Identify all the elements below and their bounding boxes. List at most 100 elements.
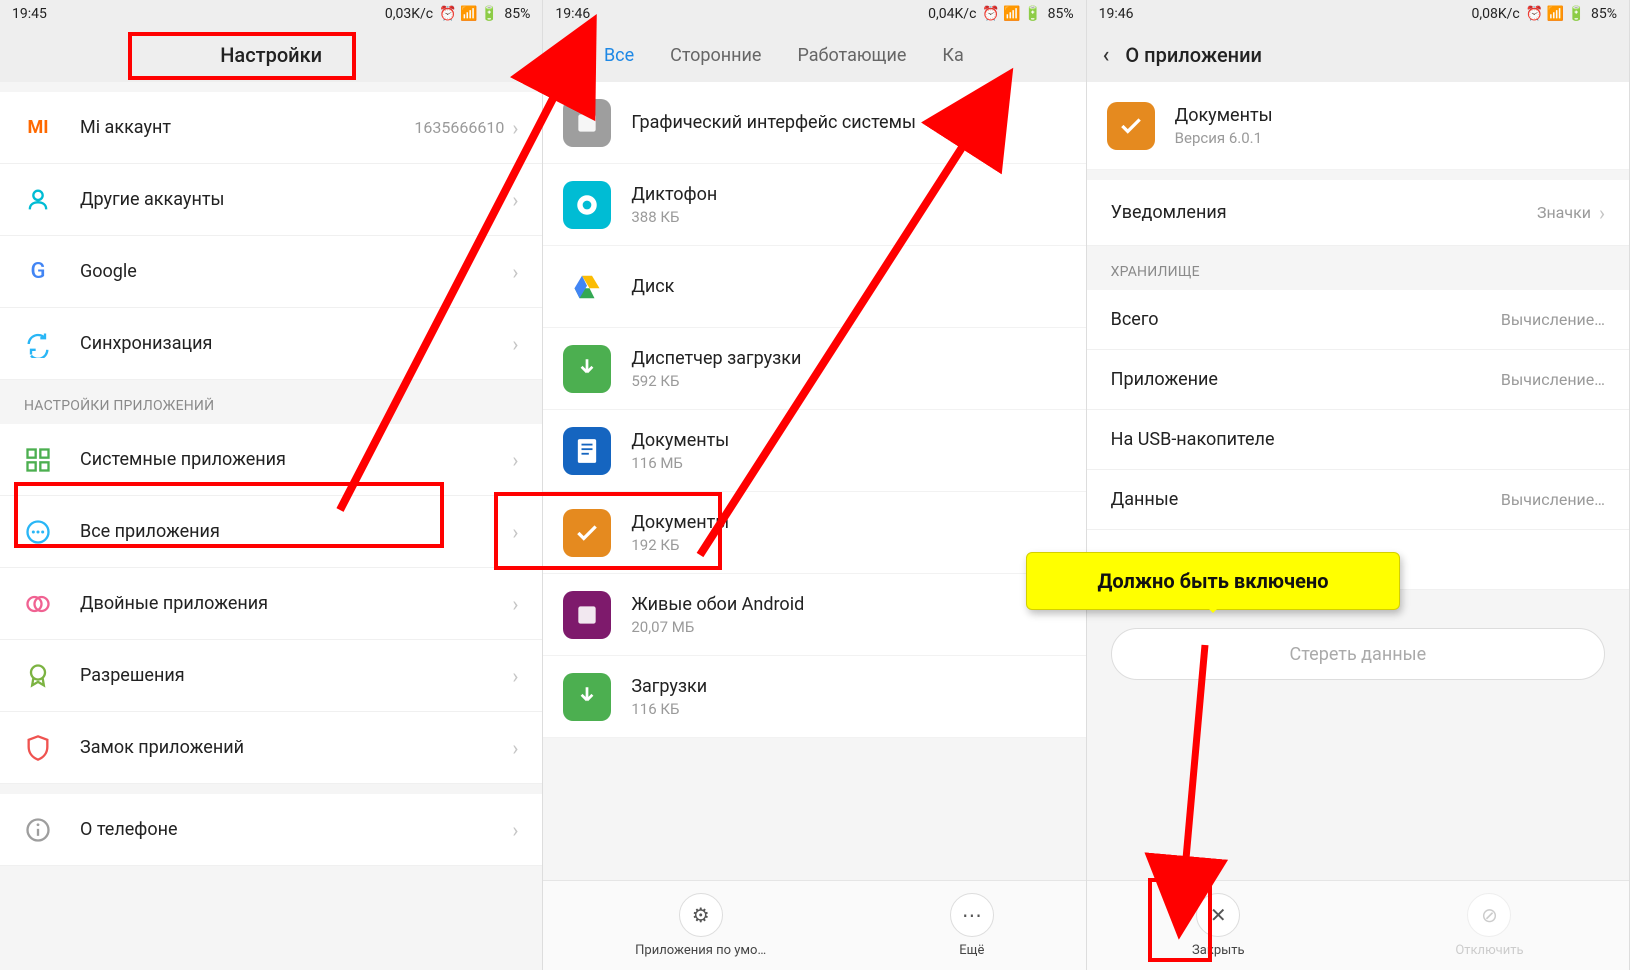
app-header: Документы Версия 6.0.1 bbox=[1087, 82, 1629, 170]
row-all-apps[interactable]: Все приложения › bbox=[0, 496, 542, 568]
chevron-right-icon: › bbox=[512, 664, 518, 688]
tab-third-party[interactable]: Сторонние bbox=[664, 45, 767, 66]
dual-icon bbox=[24, 590, 52, 618]
chevron-right-icon: › bbox=[512, 736, 518, 760]
row-value: Вычисление… bbox=[1501, 310, 1605, 329]
page-title: Настройки bbox=[0, 28, 542, 82]
app-name: Документы bbox=[1175, 105, 1273, 126]
row-value: 1635666610 bbox=[414, 118, 504, 137]
status-battery: 85% bbox=[504, 6, 530, 22]
app-size: 592 КБ bbox=[631, 372, 801, 390]
app-row[interactable]: Загрузки116 КБ bbox=[543, 656, 1085, 738]
row-google[interactable]: G Google › bbox=[0, 236, 542, 308]
row-label: Mi аккаунт bbox=[80, 117, 414, 138]
tab-cut[interactable]: Ка bbox=[936, 45, 969, 66]
disable-button[interactable]: ⊘ Отключить bbox=[1455, 893, 1523, 958]
more-button[interactable]: ⋯ Ещё bbox=[950, 893, 994, 958]
button-label: Приложения по умо… bbox=[635, 943, 766, 958]
row-notifications[interactable]: Уведомления Значки › bbox=[1087, 180, 1629, 246]
close-button[interactable]: ✕ Закрыть bbox=[1192, 893, 1245, 958]
defaults-button[interactable]: ⚙ Приложения по умо… bbox=[635, 893, 766, 958]
title-label: Настройки bbox=[220, 43, 322, 67]
app-row[interactable]: Документы192 КБ bbox=[543, 492, 1085, 574]
row-label: Системные приложения bbox=[80, 449, 512, 470]
sync-icon bbox=[24, 330, 52, 358]
gear-icon: ⚙ bbox=[679, 893, 723, 937]
app-name: Живые обои Android bbox=[631, 594, 804, 615]
app-icon bbox=[563, 509, 611, 557]
app-row[interactable]: Диспетчер загрузки 592 КБ bbox=[543, 328, 1085, 410]
app-name: Документы bbox=[631, 430, 729, 451]
status-net: 0,04K/c bbox=[928, 6, 976, 22]
row-label: Данные bbox=[1111, 489, 1501, 510]
section-header-apps: НАСТРОЙКИ ПРИЛОЖЕНИЙ bbox=[0, 380, 542, 424]
chevron-right-icon: › bbox=[512, 188, 518, 212]
app-row[interactable]: Диктофон388 КБ bbox=[543, 164, 1085, 246]
chevron-right-icon: › bbox=[512, 520, 518, 544]
disable-icon: ⊘ bbox=[1467, 893, 1511, 937]
callout-text: Должно быть включено bbox=[1097, 569, 1328, 593]
more-icon: ⋯ bbox=[950, 893, 994, 937]
row-storage-usb: На USB-накопителе bbox=[1087, 410, 1629, 470]
row-label: Все приложения bbox=[80, 521, 512, 542]
app-icon bbox=[563, 345, 611, 393]
panel-settings: 19:45 0,03K/c ⏰ 📶 🔋 85% Настройки MI Mi … bbox=[0, 0, 543, 970]
app-icon bbox=[563, 99, 611, 147]
tab-running[interactable]: Работающие bbox=[791, 45, 912, 66]
shield-icon bbox=[24, 734, 52, 762]
app-size: 116 МБ bbox=[631, 454, 729, 472]
app-row[interactable]: Живые обои Android 20,07 МБ bbox=[543, 574, 1085, 656]
app-name: Графический интерфейс системы bbox=[631, 112, 916, 133]
app-size: 20,07 МБ bbox=[631, 618, 804, 636]
app-icon bbox=[563, 263, 611, 311]
app-row[interactable]: Графический интерфейс системы bbox=[543, 82, 1085, 164]
row-about-phone[interactable]: О телефоне › bbox=[0, 794, 542, 866]
button-label: Отключить bbox=[1455, 943, 1523, 958]
tab-all[interactable]: Все bbox=[598, 45, 640, 66]
row-app-lock[interactable]: Замок приложений › bbox=[0, 712, 542, 784]
panel-app-info: 19:46 0,08K/c ⏰ 📶 🔋 85% ‹ О приложении Д… bbox=[1087, 0, 1630, 970]
button-label: Ещё bbox=[959, 943, 984, 958]
app-icon bbox=[563, 181, 611, 229]
back-button[interactable]: ‹ bbox=[551, 43, 574, 68]
app-icon bbox=[563, 591, 611, 639]
row-other-accounts[interactable]: Другие аккаунты › bbox=[0, 164, 542, 236]
row-system-apps[interactable]: Системные приложения › bbox=[0, 424, 542, 496]
row-label: Синхронизация bbox=[80, 333, 512, 354]
app-name: Диспетчер загрузки bbox=[631, 348, 801, 369]
status-bar: 19:45 0,03K/c ⏰ 📶 🔋 85% bbox=[0, 0, 542, 28]
row-label: Приложение bbox=[1111, 369, 1501, 390]
button-label: Закрыть bbox=[1192, 943, 1245, 958]
chevron-right-icon: › bbox=[512, 818, 518, 842]
back-button[interactable]: ‹ bbox=[1103, 43, 1110, 68]
status-net: 0,08K/c bbox=[1471, 6, 1519, 22]
grid-icon bbox=[24, 446, 52, 474]
row-storage-app: Приложение Вычисление… bbox=[1087, 350, 1629, 410]
chevron-right-icon: › bbox=[512, 332, 518, 356]
app-size: 388 КБ bbox=[631, 208, 717, 226]
status-icons: ⏰ 📶 🔋 bbox=[439, 6, 498, 22]
row-label: Всего bbox=[1111, 309, 1501, 330]
clear-data-button[interactable]: Стереть данные bbox=[1111, 628, 1605, 680]
button-label: Стереть данные bbox=[1290, 644, 1427, 665]
app-size: 192 КБ bbox=[631, 536, 729, 554]
row-label: Google bbox=[80, 261, 512, 282]
status-bar: 19:46 0,04K/c ⏰ 📶 🔋 85% bbox=[543, 0, 1085, 28]
apps-icon bbox=[24, 518, 52, 546]
row-sync[interactable]: Синхронизация › bbox=[0, 308, 542, 380]
mi-icon: MI bbox=[24, 114, 52, 142]
chevron-right-icon: › bbox=[512, 448, 518, 472]
status-battery: 85% bbox=[1048, 6, 1074, 22]
close-icon: ✕ bbox=[1196, 893, 1240, 937]
row-mi-account[interactable]: MI Mi аккаунт 1635666610 › bbox=[0, 92, 542, 164]
app-row[interactable]: Документы 116 МБ bbox=[543, 410, 1085, 492]
panel-app-list: 19:46 0,04K/c ⏰ 📶 🔋 85% ‹ Все Сторонние … bbox=[543, 0, 1086, 970]
app-icon bbox=[563, 673, 611, 721]
row-permissions[interactable]: Разрешения › bbox=[0, 640, 542, 712]
status-time: 19:46 bbox=[555, 6, 590, 22]
app-row[interactable]: Диск bbox=[543, 246, 1085, 328]
row-value: Вычисление… bbox=[1501, 490, 1605, 509]
person-icon bbox=[24, 186, 52, 214]
status-time: 19:46 bbox=[1099, 6, 1134, 22]
row-dual-apps[interactable]: Двойные приложения › bbox=[0, 568, 542, 640]
